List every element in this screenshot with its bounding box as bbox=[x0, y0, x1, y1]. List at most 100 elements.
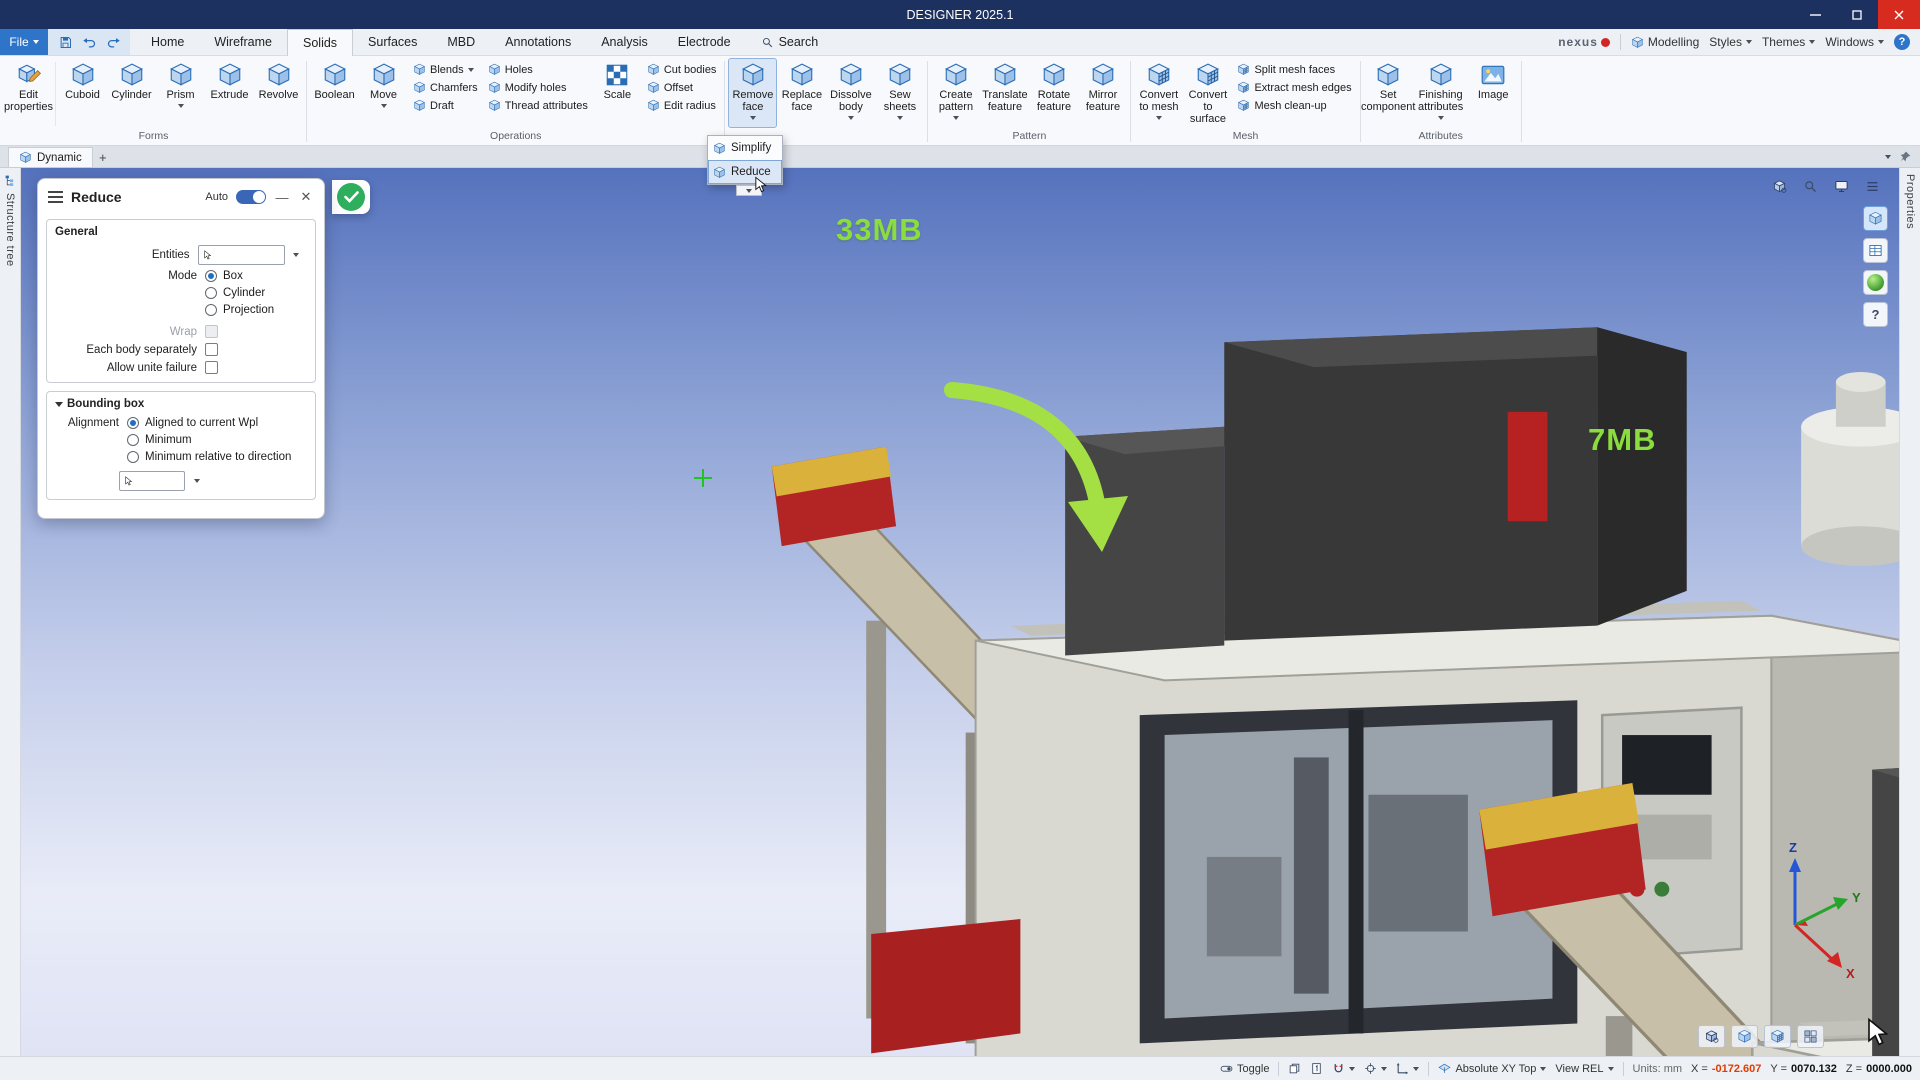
chamfers-button[interactable]: Chamfers bbox=[410, 80, 481, 95]
edit-properties-button[interactable]: Edit properties bbox=[4, 58, 53, 128]
dissolve-body-button[interactable]: Dissolve body bbox=[826, 58, 875, 128]
view-selector[interactable]: View REL bbox=[1555, 1063, 1613, 1075]
tab-annotations[interactable]: Annotations bbox=[490, 29, 586, 55]
create-pattern-button[interactable]: Create pattern bbox=[931, 58, 980, 128]
boolean-button[interactable]: Boolean bbox=[310, 58, 359, 128]
convert-to-mesh-button[interactable]: Convert to mesh bbox=[1134, 58, 1183, 128]
direction-dropdown-button[interactable] bbox=[188, 471, 206, 491]
display-mode-button[interactable] bbox=[1829, 175, 1853, 197]
shaded-view-button[interactable] bbox=[1863, 206, 1888, 231]
mode-radio-projection[interactable] bbox=[205, 304, 217, 316]
undo-button[interactable] bbox=[78, 31, 100, 53]
move-button[interactable]: Move bbox=[359, 58, 408, 128]
mode-radio-box[interactable] bbox=[205, 270, 217, 282]
isometric-view-button[interactable] bbox=[1698, 1025, 1725, 1048]
close-button[interactable] bbox=[1878, 0, 1920, 29]
save-button[interactable] bbox=[54, 31, 76, 53]
machine-model-original[interactable] bbox=[772, 327, 1920, 1056]
entities-dropdown-button[interactable] bbox=[288, 245, 305, 265]
mesh-view-button[interactable] bbox=[1764, 1025, 1791, 1048]
finishing-attributes-button[interactable]: Finishing attributes bbox=[1413, 58, 1469, 128]
tab-mbd[interactable]: MBD bbox=[432, 29, 490, 55]
document-tab-dynamic[interactable]: Dynamic bbox=[8, 147, 93, 167]
draft-button[interactable]: Draft bbox=[410, 98, 481, 113]
cylinder-button[interactable]: Cylinder bbox=[107, 58, 156, 128]
styles-menu[interactable]: Styles bbox=[1709, 35, 1752, 49]
prism-button[interactable]: Prism bbox=[156, 58, 205, 128]
autocursor-button[interactable] bbox=[1364, 1062, 1387, 1075]
revolve-button[interactable]: Revolve bbox=[254, 58, 303, 128]
mesh-cleanup-button[interactable]: Mesh clean-up bbox=[1234, 98, 1354, 113]
convert-to-surface-button[interactable]: Convert to surface bbox=[1183, 58, 1232, 128]
each-body-checkbox[interactable] bbox=[205, 343, 218, 356]
set-component-button[interactable]: Set component bbox=[1364, 58, 1413, 128]
collapse-triangle-icon[interactable] bbox=[55, 402, 63, 407]
new-document-button[interactable]: + bbox=[93, 147, 113, 167]
grid-views-button[interactable] bbox=[1797, 1025, 1824, 1048]
menu-item-simplify[interactable]: Simplify bbox=[708, 136, 782, 160]
workplane-selector[interactable]: Absolute XY Top bbox=[1438, 1062, 1546, 1075]
split-mesh-faces-button[interactable]: Split mesh faces bbox=[1234, 62, 1354, 77]
tab-wireframe[interactable]: Wireframe bbox=[199, 29, 287, 55]
snap-settings-button[interactable] bbox=[1332, 1062, 1355, 1075]
offset-button[interactable]: Offset bbox=[644, 80, 720, 95]
file-menu-button[interactable]: File bbox=[0, 29, 48, 55]
alignment-radio-wpl[interactable] bbox=[127, 417, 139, 429]
extract-mesh-edges-button[interactable]: Extract mesh edges bbox=[1234, 80, 1354, 95]
rotate-feature-button[interactable]: Rotate feature bbox=[1029, 58, 1078, 128]
windows-menu[interactable]: Windows bbox=[1825, 35, 1884, 49]
themes-menu[interactable]: Themes bbox=[1762, 35, 1815, 49]
cuboid-button[interactable]: Cuboid bbox=[58, 58, 107, 128]
tab-surfaces[interactable]: Surfaces bbox=[353, 29, 432, 55]
hamburger-menu-icon[interactable] bbox=[48, 191, 63, 203]
zoom-view-button[interactable] bbox=[1798, 175, 1822, 197]
copy-graphics-button[interactable] bbox=[1288, 1062, 1301, 1075]
menu-item-reduce[interactable]: Reduce bbox=[708, 160, 782, 184]
allow-unite-checkbox[interactable] bbox=[205, 361, 218, 374]
extrude-button[interactable]: Extrude bbox=[205, 58, 254, 128]
holes-button[interactable]: Holes bbox=[485, 62, 591, 77]
modify-holes-button[interactable]: Modify holes bbox=[485, 80, 591, 95]
mode-radio-cylinder[interactable] bbox=[205, 287, 217, 299]
direction-input[interactable] bbox=[119, 471, 185, 491]
edit-radius-button[interactable]: Edit radius bbox=[644, 98, 720, 113]
tab-analysis[interactable]: Analysis bbox=[586, 29, 663, 55]
redo-button[interactable] bbox=[102, 31, 124, 53]
cut-bodies-button[interactable]: Cut bodies bbox=[644, 62, 720, 77]
replace-face-button[interactable]: Replace face bbox=[777, 58, 826, 128]
entities-input[interactable] bbox=[198, 245, 285, 265]
blends-button[interactable]: Blends bbox=[410, 62, 481, 77]
cube-view-button[interactable] bbox=[1731, 1025, 1758, 1048]
sheet-button[interactable] bbox=[1310, 1062, 1323, 1075]
thread-attributes-button[interactable]: Thread attributes bbox=[485, 98, 591, 113]
maximize-button[interactable] bbox=[1836, 0, 1878, 29]
minimize-button[interactable] bbox=[1794, 0, 1836, 29]
modelling-menu[interactable]: Modelling bbox=[1631, 35, 1699, 49]
auto-toggle[interactable] bbox=[236, 190, 266, 204]
material-button[interactable] bbox=[1863, 270, 1888, 295]
context-help-button[interactable]: ? bbox=[1863, 302, 1888, 327]
tab-home[interactable]: Home bbox=[136, 29, 199, 55]
scale-button[interactable]: Scale bbox=[593, 58, 642, 128]
pin-icon[interactable] bbox=[1899, 150, 1912, 163]
viewport-3d[interactable]: Structure tree Properties bbox=[0, 168, 1920, 1056]
view-cube-button[interactable] bbox=[1767, 175, 1791, 197]
toggle-control[interactable]: Toggle bbox=[1220, 1062, 1269, 1075]
mirror-feature-button[interactable]: Mirror feature bbox=[1078, 58, 1127, 128]
tab-search[interactable]: Search bbox=[746, 29, 834, 55]
view-list-button[interactable] bbox=[1860, 175, 1884, 197]
panel-minimize-button[interactable]: — bbox=[274, 190, 290, 205]
help-button[interactable]: ? bbox=[1894, 34, 1910, 50]
tab-solids[interactable]: Solids bbox=[287, 29, 353, 56]
image-button[interactable]: Image bbox=[1469, 58, 1518, 128]
chevron-down-icon[interactable] bbox=[1885, 155, 1891, 159]
translate-feature-button[interactable]: Translate feature bbox=[980, 58, 1029, 128]
axes-button[interactable] bbox=[1396, 1062, 1419, 1075]
properties-rail[interactable]: Properties bbox=[1899, 168, 1920, 1056]
structure-tree-rail[interactable]: Structure tree bbox=[0, 168, 21, 1056]
confirm-button[interactable] bbox=[337, 183, 365, 211]
layers-table-button[interactable] bbox=[1863, 238, 1888, 263]
alignment-radio-minimum[interactable] bbox=[127, 434, 139, 446]
tab-electrode[interactable]: Electrode bbox=[663, 29, 746, 55]
alignment-radio-direction[interactable] bbox=[127, 451, 139, 463]
